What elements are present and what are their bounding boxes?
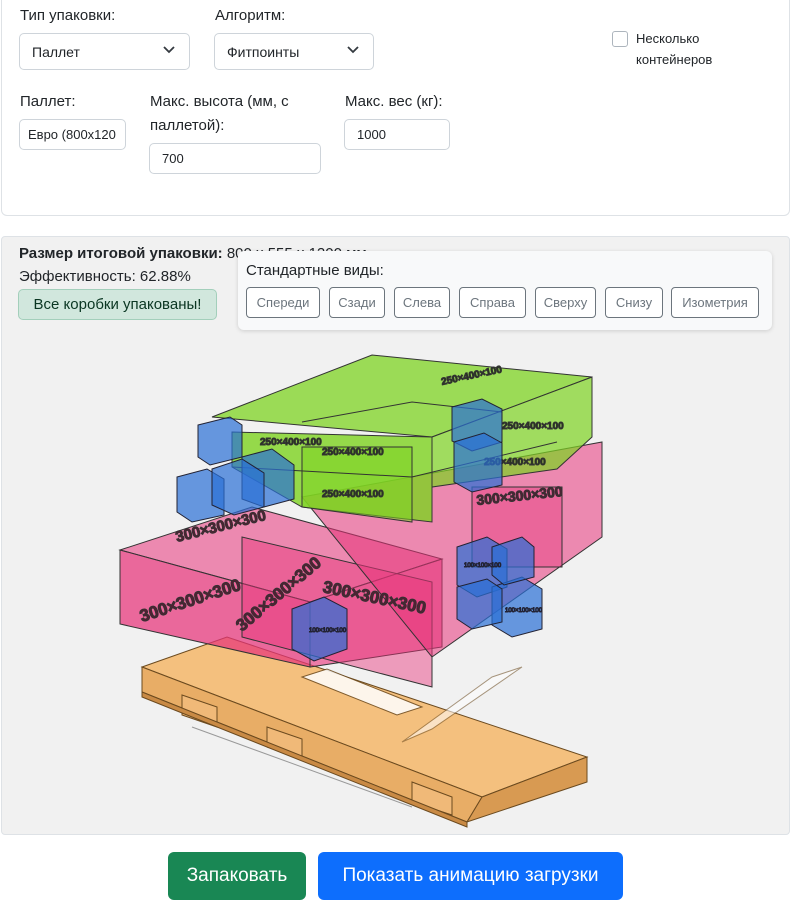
- medium-box-label: 250×400×100: [260, 437, 322, 448]
- algorithm-label: Алгоритм:: [215, 7, 286, 24]
- show-animation-button[interactable]: Показать анимацию загрузки: [318, 852, 623, 900]
- efficiency-text: Эффективность: 62.88%: [19, 268, 191, 285]
- packing-viewer[interactable]: 300×300×300 300×300×300 300×300×300 300×…: [1, 236, 790, 835]
- medium-box-label: 250×400×100: [502, 421, 564, 432]
- medium-box-label: 250×400×100: [322, 447, 384, 458]
- packing-type-value: Паллет: [32, 43, 80, 60]
- max-weight-label: Макс. вес (кг):: [345, 93, 443, 110]
- algorithm-select[interactable]: Фитпоинты: [214, 33, 374, 70]
- max-weight-value: 1000: [357, 127, 386, 142]
- algorithm-value: Фитпоинты: [227, 43, 300, 60]
- max-weight-input[interactable]: 1000: [344, 119, 450, 150]
- max-height-value: 700: [162, 151, 184, 166]
- pallet-label: Паллет:: [20, 93, 76, 110]
- medium-box-label: 250×400×100: [322, 489, 384, 500]
- view-left-button[interactable]: Слева: [394, 287, 450, 318]
- standard-views-panel: Стандартные виды: Спереди Сзади Слева Сп…: [238, 251, 772, 330]
- pack-button[interactable]: Запаковать: [168, 852, 306, 900]
- max-height-label: Макс. высота (мм, с паллетой):: [150, 93, 289, 134]
- pallet-value: Евро (800x120: [28, 127, 116, 142]
- settings-card: Тип упаковки: Паллет Алгоритм: Фитпоинты…: [1, 0, 790, 216]
- multi-container-checkbox[interactable]: [612, 31, 628, 47]
- view-front-button[interactable]: Спереди: [246, 287, 320, 318]
- view-top-button[interactable]: Сверху: [535, 287, 596, 318]
- multi-container-label: Несколько контейнеров: [636, 31, 713, 67]
- packing-type-label: Тип упаковки:: [20, 7, 116, 24]
- packing-status-alert: Все коробки упакованы!: [18, 289, 217, 320]
- view-right-button[interactable]: Справа: [459, 287, 526, 318]
- pallet-select[interactable]: Евро (800x120: [19, 119, 126, 150]
- small-box-label: 100×100×100: [309, 628, 347, 634]
- standard-views-title: Стандартные виды:: [246, 262, 384, 279]
- packing-type-select[interactable]: Паллет: [19, 33, 190, 70]
- max-height-input[interactable]: 700: [149, 143, 321, 174]
- package-size-label: Размер итоговой упаковки:: [19, 245, 223, 262]
- view-isometric-button[interactable]: Изометрия: [671, 287, 759, 318]
- small-box-label: 100×100×100: [464, 563, 502, 569]
- chevron-down-icon: [347, 46, 359, 54]
- chevron-down-icon: [163, 46, 175, 54]
- small-box-label: 100×100×100: [505, 608, 543, 614]
- view-back-button[interactable]: Сзади: [329, 287, 385, 318]
- view-bottom-button[interactable]: Снизу: [605, 287, 663, 318]
